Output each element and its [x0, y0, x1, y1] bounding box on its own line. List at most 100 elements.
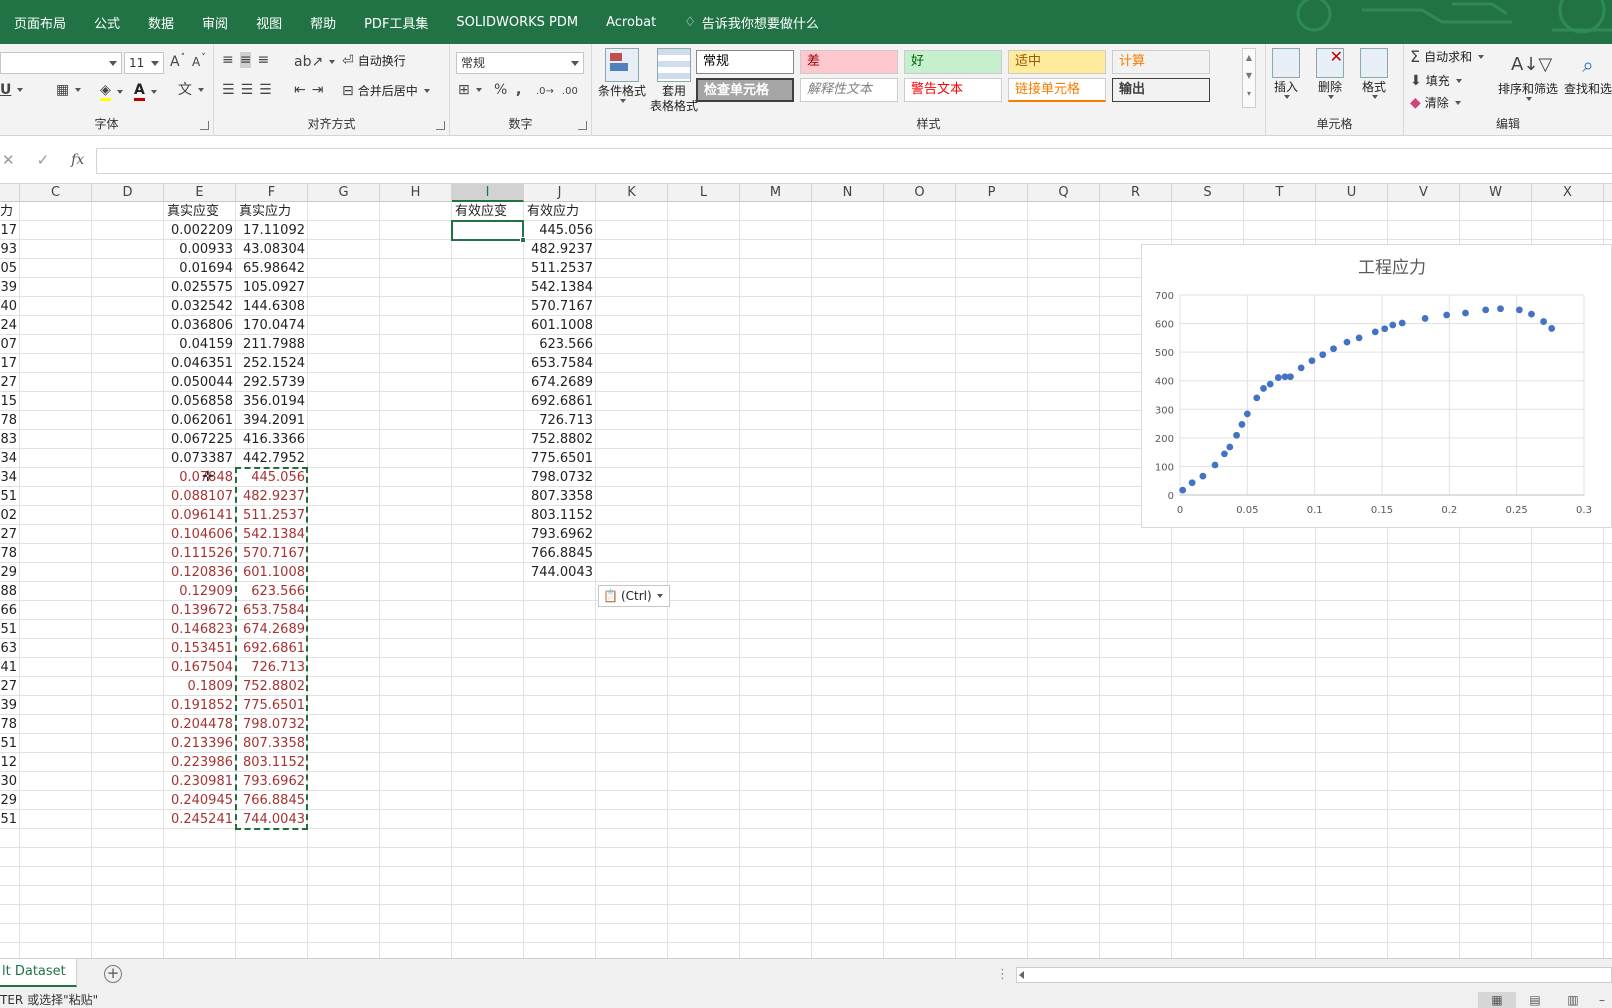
data-cell[interactable]: 0.104606 — [164, 525, 235, 544]
comma-style-button[interactable]: , — [516, 82, 521, 98]
data-cell[interactable]: 482.9237 — [236, 487, 307, 506]
data-cell[interactable]: 0.146823 — [164, 620, 235, 639]
fill-color-button[interactable]: ◈ — [100, 82, 123, 101]
data-cell[interactable]: 775.6501 — [236, 696, 307, 715]
find-select-button[interactable]: ⌕ 查找和选 — [1564, 48, 1612, 97]
data-cell[interactable]: 542.1384 — [236, 525, 307, 544]
data-cell[interactable]: 0.073387 — [164, 449, 235, 468]
data-cell[interactable]: 83 — [0, 430, 19, 449]
data-cell[interactable]: 34 — [0, 468, 19, 487]
data-cell[interactable]: 0.04159 — [164, 335, 235, 354]
data-cell[interactable]: 807.3358 — [524, 487, 595, 506]
data-cell[interactable]: 542.1384 — [524, 278, 595, 297]
alignment-dialog-launcher[interactable] — [436, 121, 445, 130]
delete-cells-button[interactable]: ✕ 删除 — [1316, 48, 1344, 99]
cell-style-item[interactable]: 好 — [904, 50, 1002, 74]
column-header[interactable]: E — [164, 184, 236, 202]
data-cell[interactable]: 41 — [0, 658, 19, 677]
add-sheet-icon[interactable]: + — [104, 965, 122, 983]
data-cell[interactable]: 0.002209 — [164, 221, 235, 240]
data-cell[interactable]: 27 — [0, 525, 19, 544]
increase-decimal-icon[interactable]: .0→ — [536, 84, 554, 100]
merge-center-button[interactable]: ⊟ 合并后居中 — [342, 82, 430, 99]
data-cell[interactable]: 0.111526 — [164, 544, 235, 563]
format-cells-button[interactable]: 格式 — [1360, 48, 1388, 99]
data-cell[interactable]: 798.0732 — [524, 468, 595, 487]
data-cell[interactable]: 29 — [0, 563, 19, 582]
data-cell[interactable]: 252.1524 — [236, 354, 307, 373]
data-cell[interactable]: 0.01694 — [164, 259, 235, 278]
data-cell[interactable]: 766.8845 — [524, 544, 595, 563]
data-cell[interactable]: 775.6501 — [524, 449, 595, 468]
data-cell[interactable]: 0.230981 — [164, 772, 235, 791]
menu-tab[interactable]: 公式 — [80, 13, 134, 32]
cell-style-item[interactable]: 差 — [800, 50, 898, 74]
data-cell[interactable]: 0.167504 — [164, 658, 235, 677]
styles-gallery-scroll[interactable]: ▲ ▼ ▾ — [1242, 48, 1256, 108]
column-header[interactable]: L — [668, 184, 740, 202]
data-cell[interactable]: 807.3358 — [236, 734, 307, 753]
data-cell[interactable]: 17 — [0, 221, 19, 240]
decrease-decimal-icon[interactable]: .00 — [562, 84, 578, 100]
data-cell[interactable]: 511.2537 — [524, 259, 595, 278]
left-align-icon[interactable]: ☰ — [222, 82, 235, 98]
column-header[interactable]: G — [308, 184, 380, 202]
column-header[interactable]: N — [812, 184, 884, 202]
data-cell[interactable]: 766.8845 — [236, 791, 307, 810]
data-cell[interactable]: 0.204478 — [164, 715, 235, 734]
cell-style-item[interactable]: 输出 — [1112, 78, 1210, 102]
data-cell[interactable]: 416.3366 — [236, 430, 307, 449]
page-break-view-icon[interactable]: ▥ — [1554, 992, 1592, 1008]
data-cell[interactable]: 17 — [0, 354, 19, 373]
data-cell[interactable]: 15 — [0, 392, 19, 411]
data-cell[interactable]: 51 — [0, 487, 19, 506]
data-cell[interactable]: 0.046351 — [164, 354, 235, 373]
data-cell[interactable]: 78 — [0, 544, 19, 563]
column-header[interactable]: D — [92, 184, 164, 202]
decrease-indent-icon[interactable]: ⇤ — [294, 82, 306, 98]
font-color-button[interactable]: A — [134, 82, 157, 101]
menu-tab[interactable]: 数据 — [134, 13, 188, 32]
data-cell[interactable]: 43.08304 — [236, 240, 307, 259]
data-cell[interactable]: 12 — [0, 753, 19, 772]
data-cell[interactable]: 0.223986 — [164, 753, 235, 772]
column-header[interactable]: R — [1100, 184, 1172, 202]
data-cell[interactable]: 88 — [0, 582, 19, 601]
data-cell[interactable]: 793.6962 — [236, 772, 307, 791]
sort-filter-button[interactable]: A↓▽ 排序和筛选 — [1498, 48, 1558, 101]
column-header[interactable]: P — [956, 184, 1028, 202]
page-layout-view-icon[interactable]: ▤ — [1516, 992, 1554, 1008]
normal-view-icon[interactable]: ▦ — [1478, 992, 1516, 1008]
data-cell[interactable]: 29 — [0, 791, 19, 810]
data-cell[interactable]: 653.7584 — [524, 354, 595, 373]
active-cell[interactable] — [451, 220, 526, 243]
data-cell[interactable]: 356.0194 — [236, 392, 307, 411]
data-cell[interactable]: 744.0043 — [236, 810, 307, 829]
data-cell[interactable]: 65.98642 — [236, 259, 307, 278]
data-cell[interactable]: 0.12909 — [164, 582, 235, 601]
data-cell[interactable]: 601.1008 — [524, 316, 595, 335]
menu-tab[interactable]: 审阅 — [188, 13, 242, 32]
font-dialog-launcher[interactable] — [200, 121, 209, 130]
data-cell[interactable]: 0.096141 — [164, 506, 235, 525]
data-cell[interactable]: 105.0927 — [236, 278, 307, 297]
data-cell[interactable]: 0.056858 — [164, 392, 235, 411]
data-cell[interactable]: 34 — [0, 449, 19, 468]
data-cell[interactable]: 17.11092 — [236, 221, 307, 240]
bottom-align-icon[interactable]: ≡ — [257, 52, 269, 68]
data-cell[interactable]: 674.2689 — [236, 620, 307, 639]
data-cell[interactable]: 0.07848 — [164, 468, 235, 487]
data-cell[interactable]: 726.713 — [236, 658, 307, 677]
data-cell[interactable]: 30 — [0, 772, 19, 791]
data-cell[interactable]: 51 — [0, 620, 19, 639]
accounting-format-button[interactable]: ⊞ — [458, 82, 482, 98]
data-cell[interactable]: 445.056 — [524, 221, 595, 240]
font-size-combo[interactable]: 11 — [124, 52, 164, 74]
data-cell[interactable]: 623.566 — [236, 582, 307, 601]
data-cell[interactable]: 66 — [0, 601, 19, 620]
data-cell[interactable]: 482.9237 — [524, 240, 595, 259]
data-cell[interactable]: 39 — [0, 696, 19, 715]
column-header[interactable]: S — [1172, 184, 1244, 202]
cancel-icon[interactable]: ✕ — [2, 151, 15, 169]
wrap-text-button[interactable]: ⏎ 自动换行 — [342, 52, 406, 69]
